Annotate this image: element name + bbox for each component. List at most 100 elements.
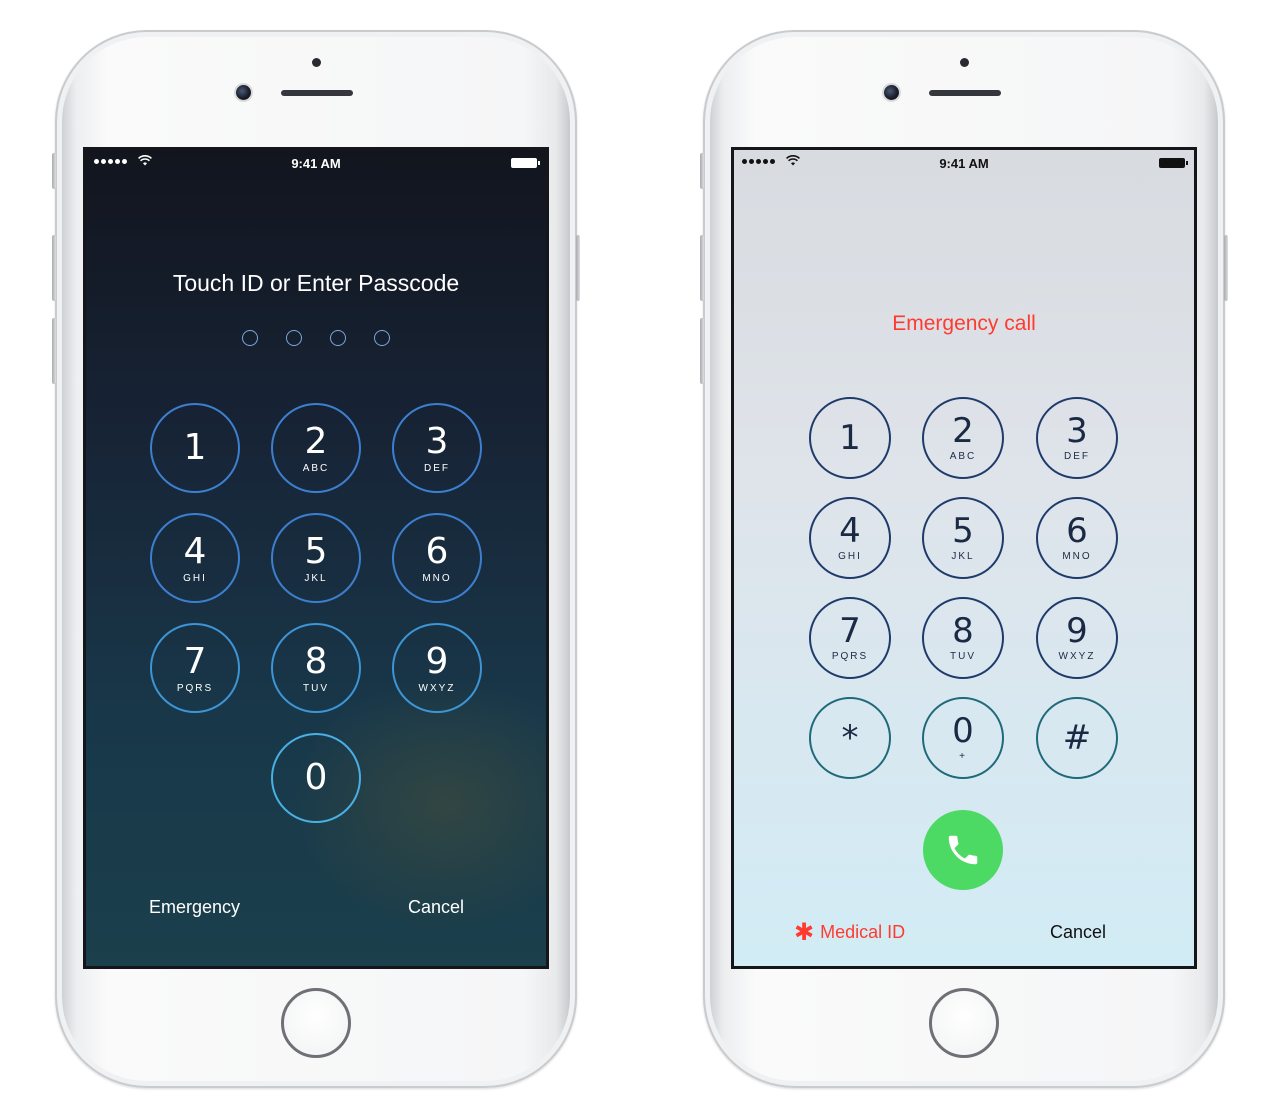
- dial-key-2[interactable]: 2 ABC: [922, 397, 1004, 479]
- proximity-sensor: [960, 58, 969, 67]
- battery-icon: [1159, 158, 1188, 168]
- proximity-sensor: [312, 58, 321, 67]
- emergency-button[interactable]: Emergency: [149, 897, 240, 918]
- key-digit: 3: [1066, 411, 1088, 451]
- key-letters: GHI: [183, 572, 207, 584]
- passcode-dot: [242, 330, 258, 346]
- key-5[interactable]: 5 JKL: [271, 513, 361, 603]
- key-1[interactable]: 1: [150, 403, 240, 493]
- dial-key-hash[interactable]: #: [1036, 697, 1118, 779]
- key-digit: 4: [839, 511, 861, 551]
- dial-key-6[interactable]: 6 MNO: [1036, 497, 1118, 579]
- volume-down-button: [700, 318, 704, 384]
- key-digit: #: [1062, 718, 1092, 758]
- passcode-entry-indicator: [86, 330, 546, 346]
- passcode-dot: [286, 330, 302, 346]
- key-letters: ABC: [949, 451, 977, 462]
- key-letters: JKL: [304, 572, 328, 584]
- dial-key-1[interactable]: 1: [809, 397, 891, 479]
- status-bar: 9:41 AM: [86, 150, 546, 176]
- key-letters: GHI: [838, 551, 862, 562]
- medical-asterisk-icon: ✱: [794, 918, 815, 946]
- key-digit: 6: [425, 530, 449, 572]
- key-letters: MNO: [422, 572, 452, 584]
- key-digit: 2: [304, 420, 328, 462]
- status-bar: 9:41 AM: [734, 150, 1194, 176]
- home-button[interactable]: [281, 988, 351, 1058]
- volume-up-button: [700, 235, 704, 301]
- medical-id-button[interactable]: ✱ Medical ID: [794, 918, 906, 946]
- key-digit: 7: [839, 611, 861, 651]
- emergency-call-title: Emergency call: [892, 312, 1036, 335]
- key-digit: 6: [1066, 511, 1088, 551]
- dial-key-star[interactable]: *: [809, 697, 891, 779]
- emergency-dialer-screen: 9:41 AM Emergency call 1 2 ABC 3 DEF 4 G…: [731, 147, 1197, 969]
- key-letters: TUV: [303, 682, 329, 694]
- mute-switch: [700, 153, 704, 189]
- passcode-prompt: Touch ID or Enter Passcode: [172, 270, 460, 296]
- medical-id-label: Medical ID: [820, 922, 906, 942]
- battery-icon: [511, 158, 540, 168]
- dial-key-0[interactable]: 0 +: [922, 697, 1004, 779]
- mute-switch: [52, 153, 56, 189]
- key-7[interactable]: 7 PQRS: [150, 623, 240, 713]
- earpiece-speaker: [929, 90, 1001, 96]
- volume-down-button: [52, 318, 56, 384]
- key-digit: 0: [952, 711, 974, 751]
- key-letters: WXYZ: [1058, 651, 1096, 662]
- dial-key-9[interactable]: 9 WXYZ: [1036, 597, 1118, 679]
- key-digit: 1: [183, 427, 207, 468]
- front-camera: [884, 85, 899, 100]
- key-2[interactable]: 2 ABC: [271, 403, 361, 493]
- key-digit: 4: [183, 530, 207, 572]
- key-digit: 5: [952, 511, 974, 551]
- iphone-emergency-call-device: 9:41 AM Emergency call 1 2 ABC 3 DEF 4 G…: [700, 30, 1228, 1088]
- key-letters: TUV: [950, 651, 976, 662]
- dial-key-7[interactable]: 7 PQRS: [809, 597, 891, 679]
- volume-up-button: [52, 235, 56, 301]
- key-digit: 0: [304, 757, 328, 798]
- key-letters: PQRS: [176, 682, 214, 694]
- passcode-dot: [374, 330, 390, 346]
- dial-key-3[interactable]: 3 DEF: [1036, 397, 1118, 479]
- status-time: 9:41 AM: [291, 156, 341, 171]
- power-button: [1224, 235, 1228, 301]
- key-8[interactable]: 8 TUV: [271, 623, 361, 713]
- home-button[interactable]: [929, 988, 999, 1058]
- cancel-button[interactable]: Cancel: [1050, 922, 1106, 943]
- dial-key-5[interactable]: 5 JKL: [922, 497, 1004, 579]
- key-6[interactable]: 6 MNO: [392, 513, 482, 603]
- key-letters: DEF: [424, 462, 450, 474]
- key-digit: *: [841, 718, 859, 758]
- dial-key-4[interactable]: 4 GHI: [809, 497, 891, 579]
- key-letters: DEF: [1064, 451, 1090, 462]
- key-letters: JKL: [951, 551, 975, 562]
- status-time: 9:41 AM: [939, 156, 989, 171]
- iphone-lock-screen-device: 9:41 AM Touch ID or Enter Passcode 1 2 A…: [52, 30, 580, 1088]
- key-4[interactable]: 4 GHI: [150, 513, 240, 603]
- cancel-button[interactable]: Cancel: [408, 897, 464, 918]
- key-3[interactable]: 3 DEF: [392, 403, 482, 493]
- key-digit: 7: [183, 640, 207, 682]
- key-letters: ABC: [302, 462, 330, 474]
- key-digit: 8: [952, 611, 974, 651]
- key-letters: MNO: [1062, 551, 1092, 562]
- key-digit: 8: [304, 640, 328, 682]
- front-camera: [236, 85, 251, 100]
- call-button[interactable]: [923, 810, 1003, 890]
- power-button: [576, 235, 580, 301]
- key-digit: 9: [425, 640, 449, 682]
- key-letters: PQRS: [831, 651, 869, 662]
- key-digit: 1: [839, 418, 861, 458]
- key-9[interactable]: 9 WXYZ: [392, 623, 482, 713]
- key-digit: 9: [1066, 611, 1088, 651]
- dial-key-8[interactable]: 8 TUV: [922, 597, 1004, 679]
- key-letters: WXYZ: [418, 682, 456, 694]
- key-digit: 2: [952, 411, 974, 451]
- key-digit: 3: [425, 420, 449, 462]
- earpiece-speaker: [281, 90, 353, 96]
- key-digit: 5: [304, 530, 328, 572]
- key-0[interactable]: 0: [271, 733, 361, 823]
- phone-icon: [948, 835, 978, 865]
- passcode-dot: [330, 330, 346, 346]
